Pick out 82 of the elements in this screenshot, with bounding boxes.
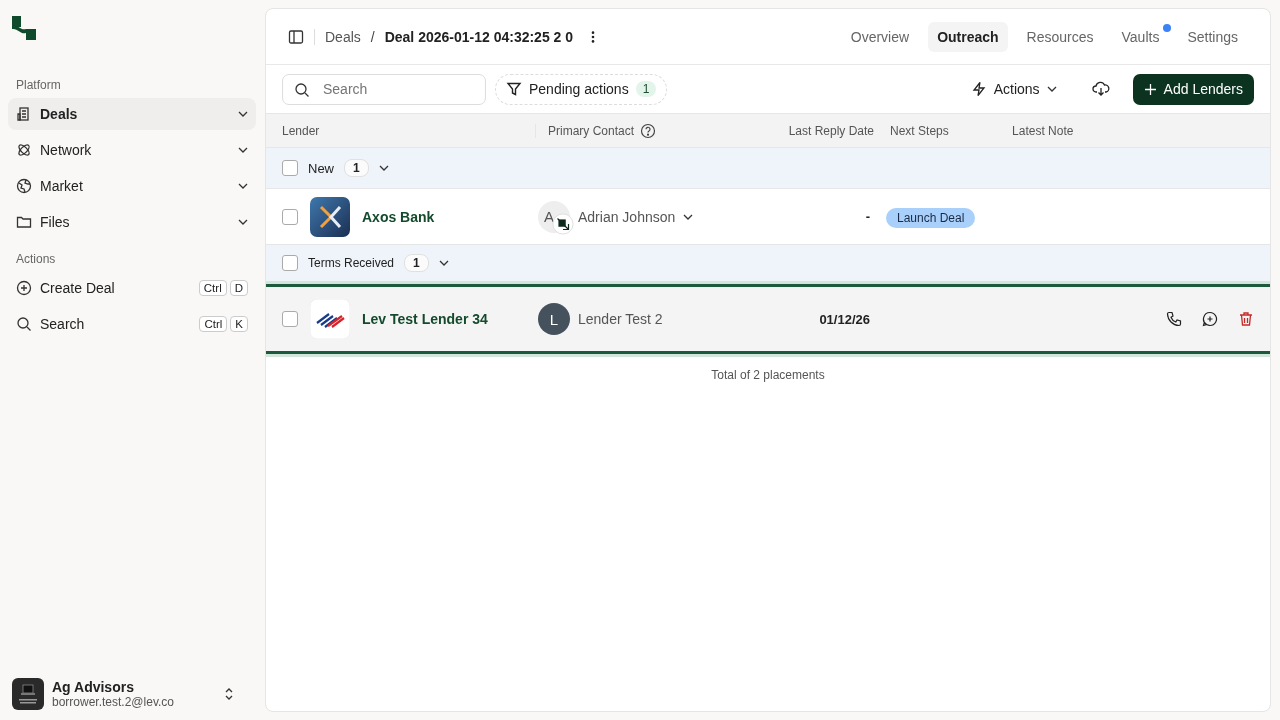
checkbox[interactable] <box>282 311 298 327</box>
section-title: Platform <box>15 78 62 92</box>
add-comment-icon[interactable] <box>1202 311 1218 327</box>
column-header: Primary Contact <box>547 123 635 138</box>
plus-circle-icon <box>16 280 32 296</box>
shortcut-key: D <box>229 280 248 296</box>
count-badge: 1 <box>344 159 369 177</box>
last-reply-date: 01/12/26 <box>818 311 870 327</box>
contact-name: Adrian Johnson <box>578 208 676 225</box>
chevron-up-down-icon <box>224 687 234 701</box>
nav-item[interactable]: Files <box>8 206 256 238</box>
delete-icon[interactable] <box>1238 311 1254 327</box>
logo-icon <box>12 16 36 40</box>
search-icon <box>16 316 32 332</box>
chevron-down-icon <box>378 165 389 171</box>
chevron-down-icon <box>238 183 248 189</box>
last-reply-date: - <box>864 209 870 224</box>
column-header: Lender <box>266 123 536 138</box>
building-icon <box>16 106 32 122</box>
shortcut-key: Ctrl <box>199 316 228 332</box>
tab[interactable]: Vaults <box>1112 21 1169 52</box>
account-email: borrower.test.2@lev.co <box>52 695 175 709</box>
next-step-tag: Launch Deal <box>886 207 976 228</box>
checkbox[interactable] <box>282 160 298 176</box>
group-label: New <box>308 160 334 176</box>
nav-item[interactable]: Network <box>8 134 256 166</box>
breadcrumb-link[interactable]: Deals <box>325 28 361 45</box>
checkbox[interactable] <box>282 208 298 225</box>
lightning-icon <box>970 81 987 97</box>
count-badge: 1 <box>404 254 429 272</box>
chevron-down-icon <box>1046 86 1057 92</box>
chevron-down-icon <box>238 147 248 153</box>
lender-name[interactable]: Axos Bank <box>362 208 538 225</box>
breadcrumb-separator: / <box>370 28 375 45</box>
chevron-down-icon[interactable] <box>683 213 694 220</box>
avatar: L <box>538 303 570 335</box>
add-lenders-button[interactable]: Add Lenders <box>1132 73 1254 105</box>
nav-item[interactable]: Search Ctrl K <box>8 308 256 340</box>
lender-logo <box>310 299 350 339</box>
folder-icon <box>16 214 32 230</box>
table-row[interactable]: Lev Test Lender 34 L Lender Test 2 01/12/26 <box>266 284 1270 354</box>
cloud-download-icon[interactable] <box>1091 81 1110 97</box>
column-header: Next Steps <box>889 123 950 138</box>
shortcut-key: K <box>230 316 248 332</box>
plus-icon <box>1144 83 1156 95</box>
filter-button[interactable]: Pending actions 1 <box>495 73 668 105</box>
contact-name: Lender Test 2 <box>578 311 663 327</box>
count-badge: 1 <box>635 81 657 97</box>
tab[interactable]: Overview <box>841 21 919 52</box>
sidebar-toggle-icon[interactable] <box>288 28 304 45</box>
chevron-down-icon <box>238 219 248 225</box>
filter-icon <box>506 81 522 97</box>
more-icon[interactable] <box>591 29 596 44</box>
shortcut-key: Ctrl <box>198 280 227 296</box>
move-icon <box>552 212 574 235</box>
tab[interactable]: Resources <box>1017 21 1103 52</box>
table-footer: Total of 2 placements <box>266 368 1270 382</box>
chevron-down-icon <box>438 260 449 266</box>
search-field[interactable]: Search <box>282 73 486 105</box>
chevron-down-icon <box>238 111 248 117</box>
lender-name[interactable]: Lev Test Lender 34 <box>362 311 538 327</box>
tab[interactable]: Settings <box>1178 21 1247 52</box>
page-title: Deal 2026-01-12 04:32:25 2 0 <box>384 28 574 45</box>
lender-logo <box>310 196 350 237</box>
search-icon <box>294 81 310 98</box>
nav-item[interactable]: Deals <box>8 98 256 130</box>
section-title: Actions <box>15 252 57 266</box>
column-header: Latest Note <box>1011 123 1074 138</box>
atom-icon <box>16 142 32 158</box>
organization-logo <box>12 678 44 710</box>
globe-icon <box>16 178 32 194</box>
help-icon <box>640 122 657 139</box>
group-label: Terms Received <box>308 256 395 270</box>
checkbox[interactable] <box>282 255 298 271</box>
tab[interactable]: Outreach <box>928 21 1008 52</box>
nav-item[interactable]: Market <box>8 170 256 202</box>
actions-button[interactable]: Actions <box>964 80 1063 98</box>
phone-icon[interactable] <box>1166 311 1182 327</box>
column-header: Last Reply Date <box>787 123 876 138</box>
nav-item[interactable]: Create Deal Ctrl D <box>8 272 256 304</box>
account-name: Ag Advisors <box>52 679 135 695</box>
account-switcher[interactable]: Ag Advisors borrower.test.2@lev.co <box>8 678 256 710</box>
